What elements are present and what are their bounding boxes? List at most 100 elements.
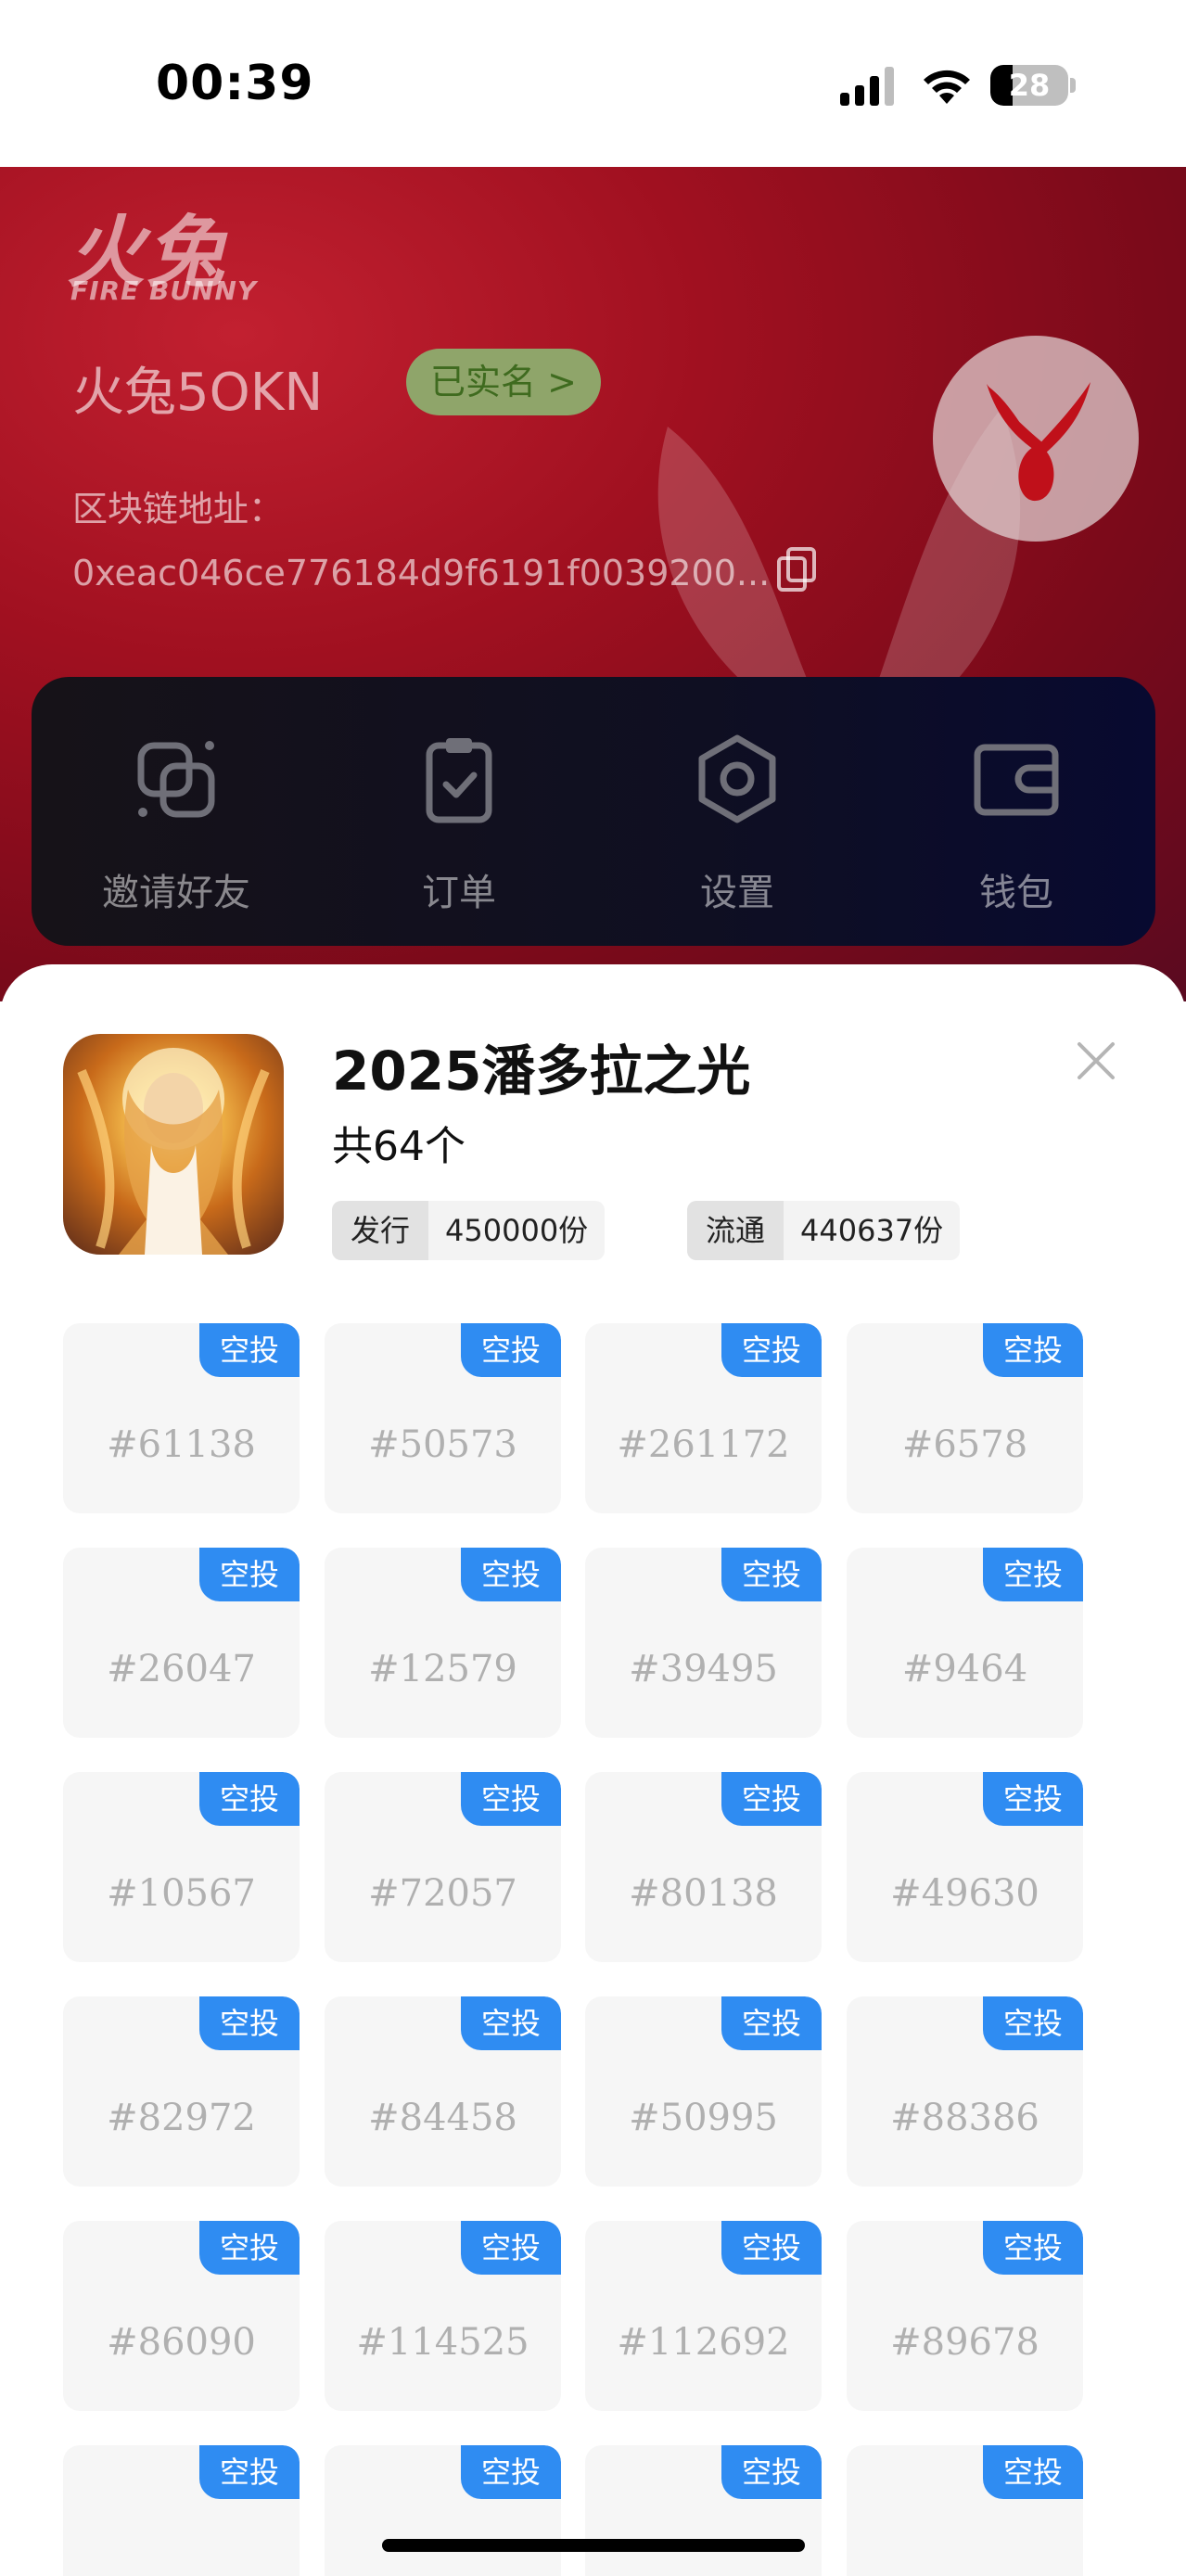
airdrop-badge: 空投: [461, 1548, 561, 1601]
airdrop-badge: 空投: [721, 2445, 822, 2499]
nft-item-card[interactable]: 空投 #82972: [63, 1996, 300, 2187]
settings-icon: [698, 734, 776, 823]
airdrop-badge: 空投: [721, 1548, 822, 1601]
airdrop-badge: 空投: [721, 2221, 822, 2275]
status-time: 00:39: [156, 56, 314, 111]
menu-wallet[interactable]: 钱包: [924, 677, 1109, 946]
nft-item-card[interactable]: 空投 #50573: [325, 1323, 561, 1513]
battery-percent: 28: [1008, 68, 1051, 103]
item-number: #84458: [368, 2097, 517, 2139]
nft-item-card[interactable]: 空投 #9464: [847, 1548, 1083, 1738]
airdrop-badge: 空投: [199, 1772, 300, 1826]
nft-item-card[interactable]: 空投 #12579: [325, 1548, 561, 1738]
menu-label: 邀请好友: [102, 872, 250, 914]
item-number: #88386: [890, 2097, 1039, 2139]
nft-item-card[interactable]: 空投: [585, 2445, 822, 2576]
nft-item-card[interactable]: 空投 #112692: [585, 2221, 822, 2411]
issue-label: 发行: [332, 1201, 429, 1260]
close-icon[interactable]: [1074, 1039, 1118, 1083]
nft-item-card[interactable]: 空投 #84458: [325, 1996, 561, 2187]
address-label: 区块链地址：: [72, 489, 285, 529]
wifi-icon: [924, 70, 970, 104]
item-number: #61138: [107, 1423, 256, 1466]
status-bar: 00:39 28: [0, 0, 1186, 167]
item-number: #50573: [368, 1423, 517, 1466]
nft-item-card[interactable]: 空投 #10567: [63, 1772, 300, 1962]
nft-item-card[interactable]: 空投 #6578: [847, 1323, 1083, 1513]
clipboard-icon: [426, 738, 492, 823]
battery-icon: 28: [990, 63, 1076, 108]
item-number: #50995: [629, 2097, 778, 2139]
airdrop-badge: 空投: [461, 2445, 561, 2499]
collection-count: 共64个: [332, 1123, 465, 1170]
nft-item-card[interactable]: 空投: [325, 2445, 561, 2576]
copy-icon[interactable]: [777, 547, 818, 592]
nft-item-card[interactable]: 空投 #49630: [847, 1772, 1083, 1962]
item-number: #39495: [629, 1648, 778, 1690]
avatar[interactable]: [933, 336, 1139, 542]
item-number: #12579: [368, 1648, 517, 1690]
item-number: #114525: [356, 2321, 529, 2364]
fire-bunny-logo: 火兔 FIRE BUNNY: [67, 190, 271, 311]
quick-menu: 邀请好友 订单 设置 钱包: [32, 677, 1155, 946]
invite-icon: [137, 741, 215, 818]
item-number: #10567: [107, 1872, 256, 1915]
item-number: #261172: [617, 1423, 790, 1466]
nft-item-card[interactable]: 空投 #89678: [847, 2221, 1083, 2411]
airdrop-badge: 空投: [461, 1772, 561, 1826]
nft-item-card[interactable]: 空投 #26047: [63, 1548, 300, 1738]
airdrop-badge: 空投: [983, 1548, 1083, 1601]
airdrop-badge: 空投: [199, 2445, 300, 2499]
menu-orders[interactable]: 订单: [366, 677, 552, 946]
home-indicator: [382, 2539, 805, 2552]
nft-item-card[interactable]: 空投: [63, 2445, 300, 2576]
airdrop-badge: 空投: [199, 1996, 300, 2050]
menu-settings[interactable]: 设置: [644, 677, 830, 946]
angel-artwork-icon: [77, 1048, 270, 1255]
item-number: #72057: [368, 1872, 517, 1915]
nft-item-card[interactable]: 空投 #50995: [585, 1996, 822, 2187]
nft-item-card[interactable]: 空投 #261172: [585, 1323, 822, 1513]
nft-item-card[interactable]: 空投: [847, 2445, 1083, 2576]
item-number: #6578: [901, 1423, 1028, 1466]
airdrop-badge: 空投: [983, 1996, 1083, 2050]
verified-badge[interactable]: 已实名 >: [406, 349, 601, 415]
username: 火兔5OKN: [72, 363, 324, 423]
nft-item-card[interactable]: 空投 #80138: [585, 1772, 822, 1962]
airdrop-badge: 空投: [983, 1772, 1083, 1826]
airdrop-badge: 空投: [199, 1548, 300, 1601]
circulation-value: 440637份: [800, 1213, 944, 1248]
airdrop-badge: 空投: [461, 1996, 561, 2050]
nft-item-card[interactable]: 空投 #72057: [325, 1772, 561, 1962]
wallet-icon: [974, 744, 1059, 816]
rabbit-logo-icon: [987, 382, 1090, 502]
issue-value: 450000份: [445, 1213, 589, 1248]
menu-invite-friends[interactable]: 邀请好友: [83, 677, 269, 946]
circulation-label: 流通: [687, 1201, 784, 1260]
nft-item-card[interactable]: 空投 #88386: [847, 1996, 1083, 2187]
item-number: #26047: [107, 1648, 256, 1690]
airdrop-badge: 空投: [199, 1323, 300, 1377]
airdrop-badge: 空投: [721, 1996, 822, 2050]
cellular-signal-icon: [840, 67, 894, 106]
item-number: #86090: [107, 2321, 256, 2364]
address-value: 0xeac046ce776184d9f6191f0039200...: [72, 553, 771, 593]
airdrop-badge: 空投: [199, 2221, 300, 2275]
item-number: #80138: [629, 1872, 778, 1915]
nft-item-card[interactable]: 空投 #114525: [325, 2221, 561, 2411]
item-number: #9464: [901, 1648, 1028, 1690]
airdrop-badge: 空投: [461, 2221, 561, 2275]
airdrop-badge: 空投: [983, 1323, 1083, 1377]
collection-sheet: 2025潘多拉之光 共64个 发行 450000份 流通 440637份 空投 #…: [0, 964, 1186, 2576]
collection-cover-image: [63, 1034, 284, 1255]
airdrop-badge: 空投: [461, 1323, 561, 1377]
menu-label: 设置: [700, 872, 774, 914]
airdrop-badge: 空投: [721, 1323, 822, 1377]
nft-item-card[interactable]: 空投 #61138: [63, 1323, 300, 1513]
nft-item-card[interactable]: 空投 #86090: [63, 2221, 300, 2411]
nft-item-card[interactable]: 空投 #39495: [585, 1548, 822, 1738]
item-number: #49630: [890, 1872, 1039, 1915]
menu-label: 钱包: [979, 872, 1053, 914]
menu-label: 订单: [422, 872, 496, 914]
airdrop-badge: 空投: [983, 2445, 1083, 2499]
